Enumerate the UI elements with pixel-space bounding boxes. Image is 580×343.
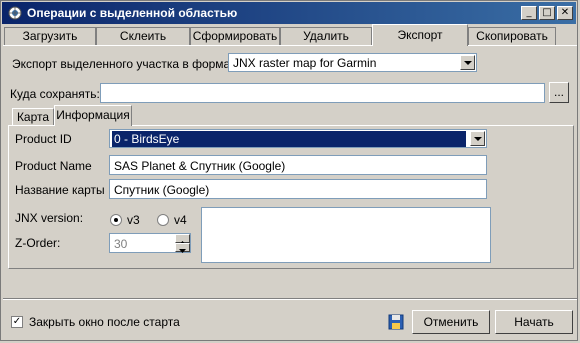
footer-separator [3, 298, 577, 300]
spin-up-icon[interactable] [175, 234, 190, 245]
jnx-v3-radio[interactable] [110, 214, 122, 226]
export-format-select[interactable]: JNX raster map for Garmin [228, 53, 477, 72]
title-bar[interactable]: Операции с выделенной областью _ □ ✕ [2, 2, 576, 24]
dialog-window: Операции с выделенной областью _ □ ✕ Заг… [0, 0, 578, 341]
zorder-value: 30 [114, 237, 128, 251]
export-format-label: Экспорт выделенного участка в формат [12, 57, 236, 71]
minimize-button[interactable]: _ [521, 6, 537, 20]
subtab-map[interactable]: Карта [12, 108, 54, 126]
subtab-info[interactable]: Информация [54, 105, 132, 126]
start-button[interactable]: Начать [495, 310, 573, 334]
jnx-version-label: JNX version: [15, 211, 84, 225]
tab-export[interactable]: Экспорт [372, 24, 468, 46]
app-globe-icon [8, 6, 22, 20]
product-name-value: SAS Planet & Спутник (Google) [114, 159, 286, 173]
browse-button[interactable]: ... [549, 82, 569, 103]
product-name-input[interactable]: SAS Planet & Спутник (Google) [109, 155, 487, 175]
close-button[interactable]: ✕ [557, 6, 573, 20]
product-id-select[interactable]: 0 - BirdsEye [109, 129, 487, 148]
maximize-button[interactable]: □ [539, 6, 555, 20]
product-id-value: 0 - BirdsEye [112, 131, 466, 147]
tab-panel-border [3, 45, 577, 46]
jnx-v4-radio[interactable] [157, 214, 169, 226]
chevron-down-icon[interactable] [470, 131, 485, 146]
zorder-label: Z-Order: [15, 236, 61, 250]
tab-copy[interactable]: Скопировать [468, 27, 556, 45]
tab-delete[interactable]: Удалить [280, 27, 372, 45]
zorder-spinner[interactable]: 30 [109, 233, 191, 253]
product-id-label: Product ID [15, 132, 72, 146]
map-name-input[interactable]: Спутник (Google) [109, 179, 487, 199]
close-after-start-checkbox[interactable]: ✓ [11, 316, 23, 328]
tab-generate[interactable]: Сформировать [190, 27, 280, 45]
map-name-label: Название карты [15, 183, 105, 197]
save-icon[interactable] [388, 314, 404, 330]
save-path-input[interactable] [100, 83, 545, 103]
spin-down-icon[interactable] [175, 243, 190, 253]
export-format-value: JNX raster map for Garmin [233, 56, 377, 70]
window-title: Операции с выделенной областью [27, 6, 238, 20]
preview-box [201, 207, 491, 263]
tab-load[interactable]: Загрузить [4, 27, 96, 45]
product-name-label: Product Name [15, 159, 92, 173]
map-name-value: Спутник (Google) [114, 183, 210, 197]
cancel-button[interactable]: Отменить [412, 310, 490, 334]
jnx-v4-label: v4 [174, 213, 187, 227]
tab-merge[interactable]: Склеить [96, 27, 190, 45]
close-after-start-label: Закрыть окно после старта [29, 315, 180, 329]
chevron-down-icon[interactable] [460, 55, 475, 70]
jnx-v3-label: v3 [127, 213, 140, 227]
save-path-label: Куда сохранять: [10, 87, 100, 101]
